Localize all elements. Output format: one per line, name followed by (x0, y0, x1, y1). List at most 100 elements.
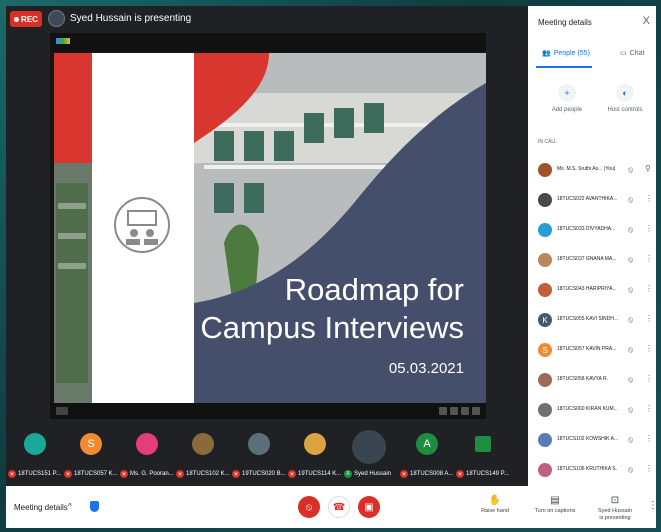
participant-tile[interactable]: ✕ 19TUCS020 B... (232, 430, 288, 486)
tab-chat[interactable]: ▭ Chat (620, 49, 644, 58)
meeting-details-panel: Meeting details X 👥 People (55) ▭ Chat +… (528, 6, 656, 486)
more-icon[interactable]: ⋮ (645, 194, 653, 203)
slide-controls (439, 407, 480, 415)
meeting-details-button[interactable]: Meeting details (14, 503, 68, 512)
list-item[interactable]: Ms. M.S. Sruthi As... (You) ⦸ ⚲ (528, 156, 656, 186)
mic-off-icon: ✕ (288, 470, 296, 478)
mic-off-icon: ✕ (176, 470, 184, 478)
slide: Roadmap for Campus Interviews 05.03.2021 (54, 53, 486, 403)
mic-off-icon: ⦸ (305, 501, 313, 513)
more-icon[interactable]: ⋮ (645, 344, 653, 353)
meet-window: REC Syed Hussain is presenting Roadmap f… (6, 6, 656, 528)
more-icon[interactable]: ⋮ (645, 254, 653, 263)
participant-name: ✕ 18TUCS102 K... (176, 470, 230, 478)
person-name: 18TUCS060 KIRAN KUM... (557, 406, 618, 412)
list-item[interactable]: 18TUCS043 HARIPRIYA... ⦸ ⋮ (528, 276, 656, 306)
slide-title-line1: Roadmap for (284, 272, 464, 307)
leave-call-button[interactable]: ☎ (328, 496, 350, 518)
avatar (475, 436, 491, 452)
avatar (538, 163, 552, 177)
bottom-toolbar: Meeting details ^ ⦸ ☎ ▣ ✋ Raise hand ▤ T… (6, 486, 656, 528)
mic-off-icon: ⦸ (628, 285, 634, 294)
list-item[interactable]: S 18TUCS057 KAVIN PRA... ⦸ ⋮ (528, 336, 656, 366)
participant-tile[interactable]: ✕ Ms. G. Pooran... (120, 430, 176, 486)
person-name: 18TUCS022 AVANTHIKA... (557, 196, 618, 202)
participant-name: ✕ 18TUCS057 K... (64, 470, 118, 478)
list-item[interactable]: 18TUCS106 KRUTHIKA S. ⦸ ⋮ (528, 456, 656, 486)
camera-off-icon: ▣ (364, 501, 374, 513)
person-name: 18TUCS033 DIVYADHA... (557, 226, 616, 232)
participant-name: ≡ Syed Hussain (344, 468, 404, 480)
close-icon[interactable]: X (643, 15, 650, 27)
more-icon[interactable]: ⋮ (645, 434, 653, 443)
tab-indicator (536, 66, 592, 68)
participant-name: ✕ 18TUCS008 A... (400, 470, 454, 478)
participant-tile-presenter[interactable]: ≡ Syed Hussain (344, 430, 400, 486)
captions-button[interactable]: ▤ Turn on captions (530, 494, 580, 515)
participant-name: ✕ Ms. G. Pooran... (120, 470, 174, 478)
more-icon[interactable]: ⋮ (645, 404, 653, 413)
participant-tile[interactable]: ✕ 18TUCS102 K... (176, 430, 232, 486)
participant-tile[interactable]: ✕ 18TUCS151 P... (8, 430, 64, 486)
mic-off-icon: ⦸ (628, 195, 634, 204)
presentation-view: Roadmap for Campus Interviews 05.03.2021 (50, 33, 486, 419)
zoom-icon[interactable] (439, 407, 447, 415)
more-icon[interactable]: ⋮ (645, 224, 653, 233)
mic-off-icon: ✕ (400, 470, 408, 478)
tab-people[interactable]: 👥 People (55) (542, 49, 590, 58)
slides-logo-icon (56, 38, 70, 44)
mic-off-icon: ⦸ (628, 375, 634, 384)
slide-title-line2: Campus Interviews (200, 310, 464, 345)
mic-toggle-button[interactable]: ⦸ (298, 496, 320, 518)
raise-hand-button[interactable]: ✋ Raise hand (470, 494, 520, 515)
participant-tile[interactable]: S ✕ 18TUCS057 K... (64, 430, 120, 486)
person-name: 18TUCS055 KAVI SINDH... (557, 316, 619, 322)
list-item[interactable]: 18TUCS102 KOWSHIK A... ⦸ ⋮ (528, 426, 656, 456)
panel-title: Meeting details (538, 18, 592, 27)
person-name: 18TUCS102 KOWSHIK A... (557, 436, 619, 442)
more-icon[interactable]: ⋮ (645, 314, 653, 323)
more-icon[interactable]: ⋮ (645, 374, 653, 383)
avatar: A (416, 433, 438, 455)
more-options-icon[interactable]: ⋮ (648, 500, 656, 511)
more-icon[interactable]: ⋮ (645, 284, 653, 293)
avatar (538, 463, 552, 477)
camera-toggle-button[interactable]: ▣ (358, 496, 380, 518)
captions-icon: ▤ (550, 495, 560, 506)
in-call-heading: IN CALL (538, 139, 557, 145)
avatar: S (538, 343, 552, 357)
avatar (538, 433, 552, 447)
avatar (248, 433, 270, 455)
mic-off-icon: ✕ (64, 470, 72, 478)
participant-tile[interactable]: ✕ 18TUCS149 P... (456, 430, 512, 486)
participant-tile[interactable]: A ✕ 18TUCS008 A... (400, 430, 456, 486)
list-item[interactable]: 18TUCS033 DIVYADHA... ⦸ ⋮ (528, 216, 656, 246)
list-item[interactable]: 18TUCS058 KAVYA R. ⦸ ⋮ (528, 366, 656, 396)
presenting-text: Syed Hussain is presenting (70, 13, 192, 24)
avatar (538, 223, 552, 237)
next-slide-icon[interactable] (461, 407, 469, 415)
chevron-up-icon[interactable]: ^ (68, 502, 72, 511)
presenter-avatar (48, 10, 65, 27)
participant-name: ✕ 19TUCS020 B... (232, 470, 286, 478)
person-name: 18TUCS043 HARIPRIYA... (557, 286, 617, 292)
prev-slide-icon[interactable] (450, 407, 458, 415)
add-people-button[interactable]: + Add people (542, 84, 592, 113)
list-item[interactable]: K 18TUCS055 KAVI SINDH... ⦸ ⋮ (528, 306, 656, 336)
more-icon[interactable]: ⋮ (645, 464, 653, 473)
fullscreen-icon[interactable] (472, 407, 480, 415)
participant-tile[interactable]: ✕ 19TUCS114 K... (288, 430, 344, 486)
host-controls-button[interactable]: ◐ Host controls (600, 84, 650, 113)
avatar (192, 433, 214, 455)
rec-label: REC (21, 14, 38, 24)
recording-badge: REC (10, 11, 42, 27)
mic-off-icon: ⦸ (628, 225, 634, 234)
list-item[interactable]: 18TUCS022 AVANTHIKA... ⦸ ⋮ (528, 186, 656, 216)
presenting-button[interactable]: ⊡ Syed Hussain is presenting (590, 494, 640, 522)
shield-icon[interactable] (90, 501, 99, 512)
list-item[interactable]: 18TUCS037 GNANA MA... ⦸ ⋮ (528, 246, 656, 276)
pin-icon[interactable]: ⚲ (645, 164, 651, 173)
person-name: Ms. M.S. Sruthi As... (You) (557, 166, 616, 172)
mic-off-icon: ✕ (232, 470, 240, 478)
list-item[interactable]: 18TUCS060 KIRAN KUM... ⦸ ⋮ (528, 396, 656, 426)
